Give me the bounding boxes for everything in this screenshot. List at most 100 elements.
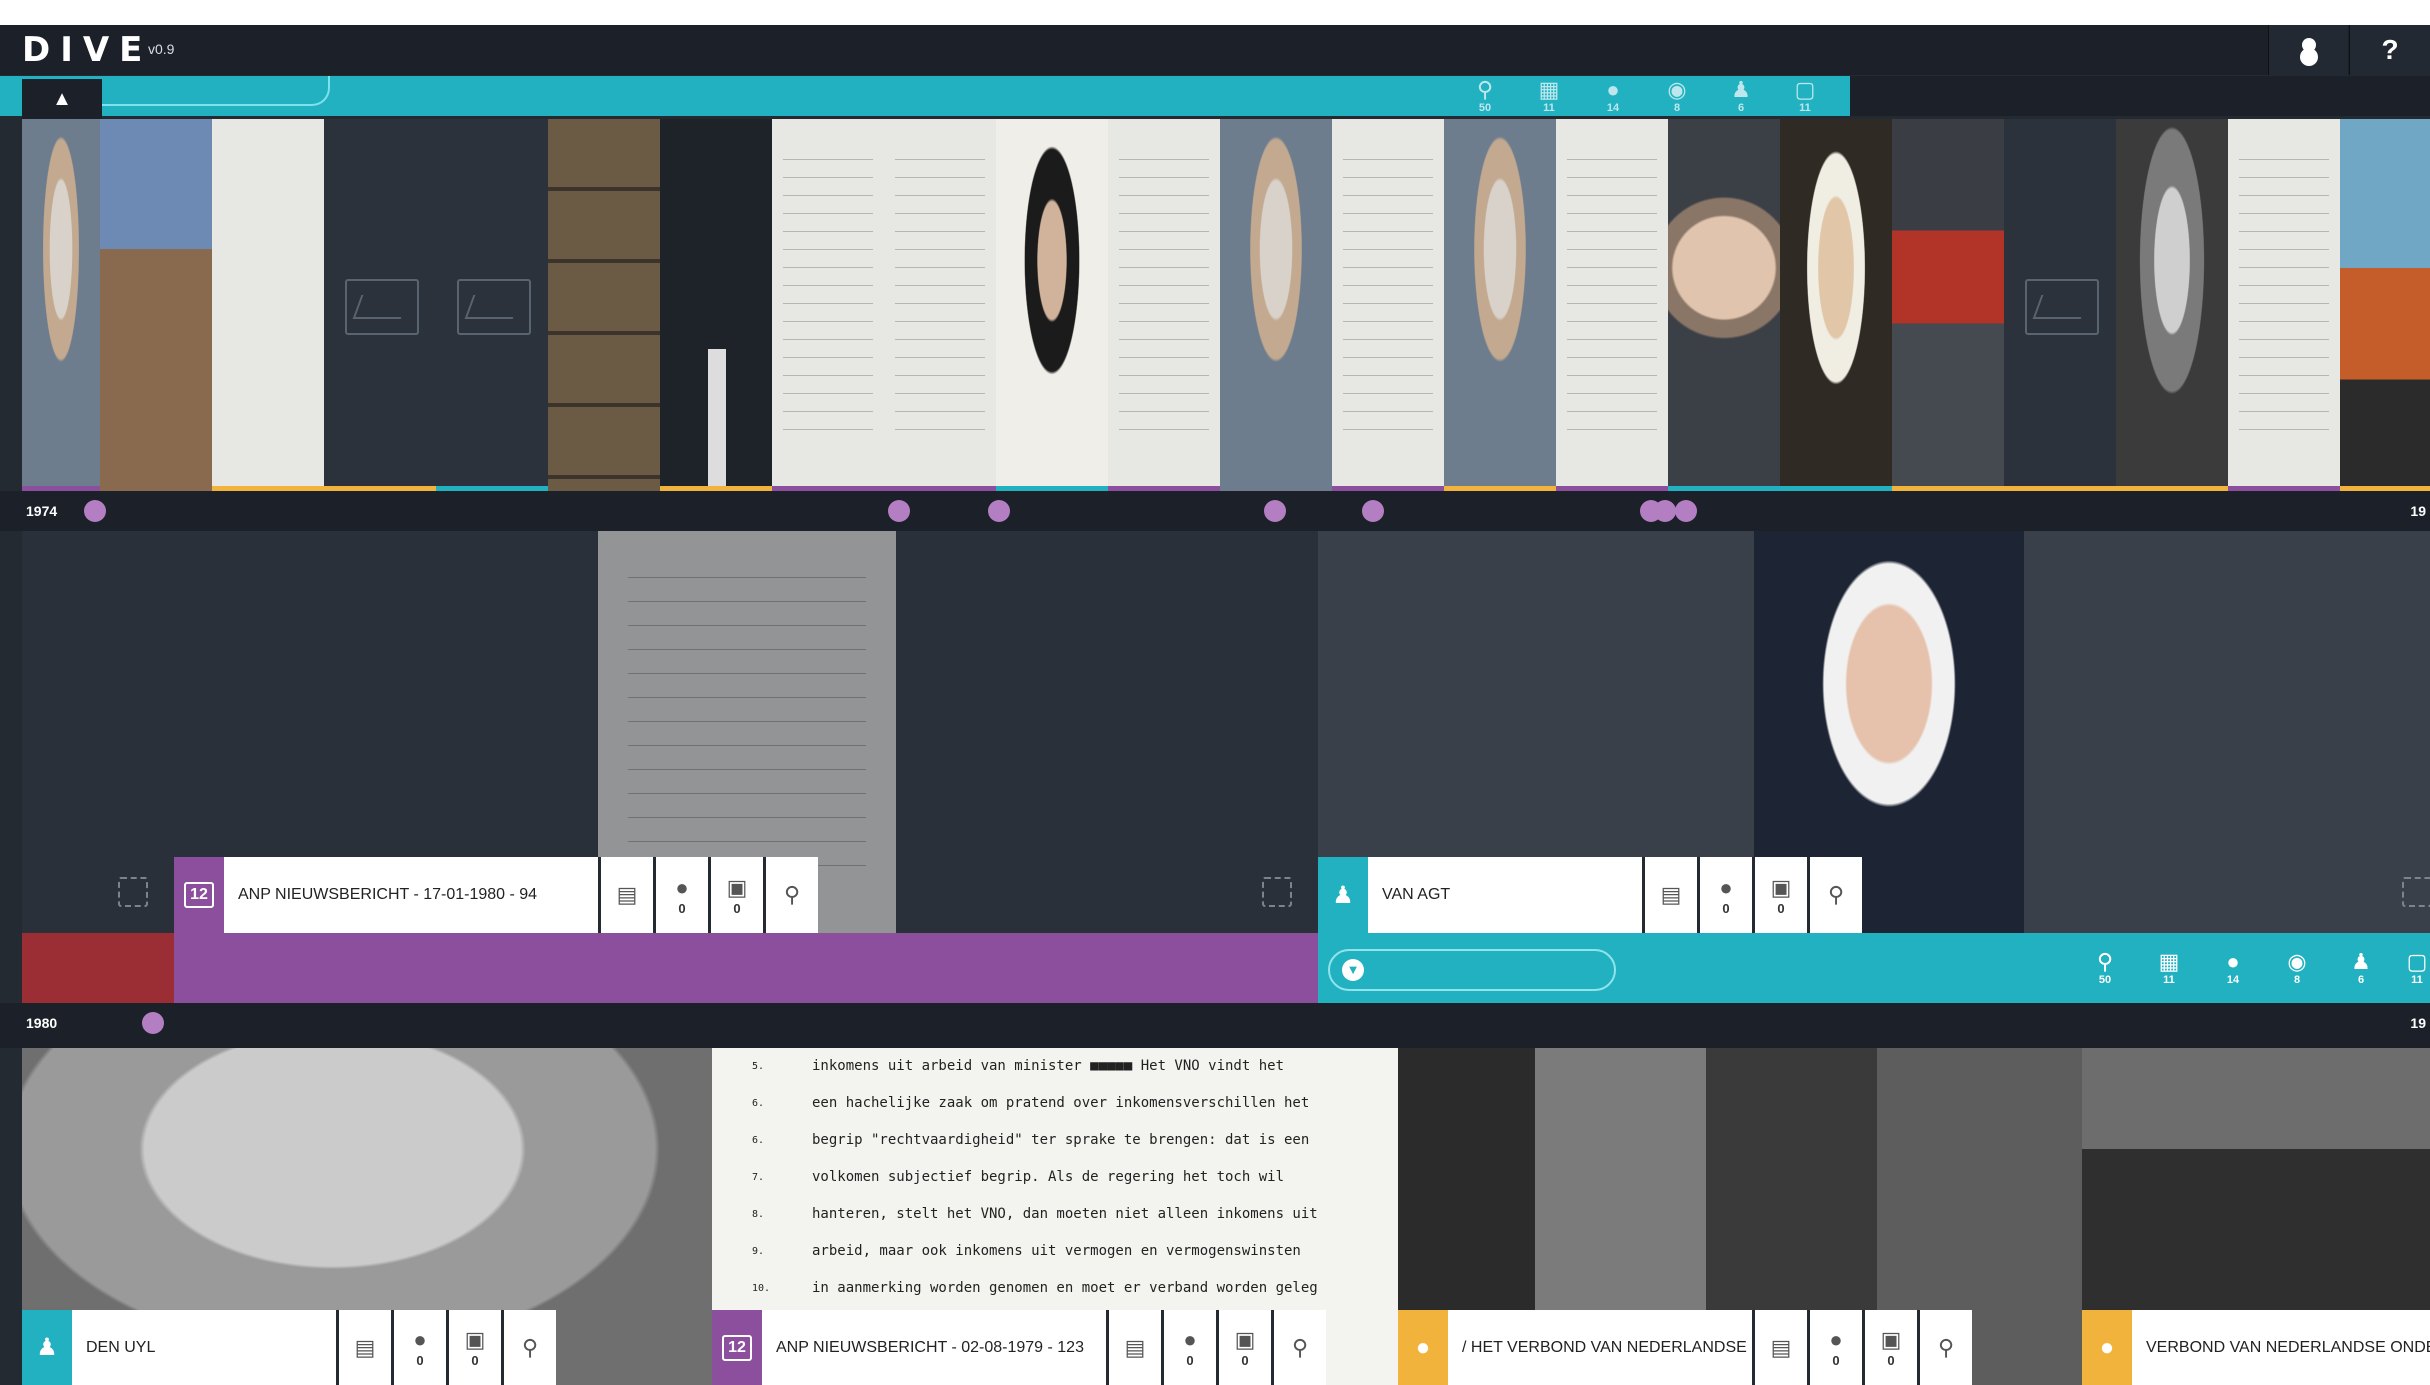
expand-icon[interactable] [118,877,148,907]
persons-stat[interactable]: ♟ 6 [1716,76,1766,116]
timeline-dot[interactable] [1675,500,1697,522]
details-button[interactable]: ▤ [1752,1310,1807,1385]
links-stat[interactable]: ⚲ 50 [1460,76,1510,116]
thumb-doc-3[interactable] [1108,119,1220,491]
thumb-sketch[interactable] [212,119,324,491]
collections-button[interactable]: ▣ 0 [708,857,763,933]
locations-count: 8 [2293,974,2301,986]
den-uyl-title[interactable]: DEN UYL [72,1310,336,1385]
thumb-coin[interactable] [22,119,100,491]
timeline-dot[interactable] [888,500,910,522]
collection-icon: ▣ [1770,874,1792,900]
verbond-ondernemingen-title[interactable]: VERBOND VAN NEDERLANDSE ONDERI [2132,1310,2430,1385]
filter-input[interactable]: ▼ [1328,949,1616,991]
van-agt-tagbar: ♟ VAN AGT ▤ ● 0 ▣ 0 ⚲ [1318,857,1862,933]
locations-stat[interactable]: ◉ 8 [1652,76,1702,116]
details-button[interactable]: ▤ [336,1310,391,1385]
collections-button[interactable]: ▣ 0 [1862,1310,1917,1385]
van-agt-title[interactable]: VAN AGT [1368,857,1642,933]
collections-button[interactable]: ▣ 0 [1216,1310,1271,1385]
media-stat[interactable]: ▢ 11 [1780,76,1830,116]
thumb-doc-6[interactable] [2228,119,2340,491]
comments-button[interactable]: ● 0 [653,857,708,933]
thumb-portrait-white-hair-2[interactable] [1444,119,1556,491]
thumb-glasses-man[interactable] [1668,119,1780,491]
person-icon: ♟ [1731,77,1751,102]
thumb-church[interactable] [100,119,212,491]
thumb-placeholder-1[interactable] [324,119,436,491]
thumb-doc-5[interactable] [1556,119,1668,491]
explore-button[interactable]: ⚲ [1271,1310,1326,1385]
timeline-dot[interactable] [1654,500,1676,522]
details-button[interactable]: ▤ [1106,1310,1161,1385]
thumb-bw-man[interactable] [2116,119,2228,491]
explore-button[interactable]: ⚲ [763,857,818,933]
image-placeholder-icon [345,279,419,335]
details-button[interactable]: ▤ [598,857,653,933]
line-number: 6. [752,1135,765,1146]
links-stat[interactable]: ⚲ 50 [2080,943,2130,993]
event-icon: ▦ [2158,949,2180,974]
explore-button[interactable]: ⚲ [1807,857,1862,933]
help-button[interactable]: ? [2349,25,2430,75]
media-icon: ▢ [2406,949,2428,974]
comments-button[interactable]: ● 0 [1161,1310,1216,1385]
timeline-dot[interactable] [988,500,1010,522]
persons-stat[interactable]: ♟ 6 [2336,943,2386,993]
collection-icon: ▣ [1880,1327,1902,1352]
user-button[interactable] [2268,25,2348,75]
explore-button[interactable]: ⚲ [1917,1310,1972,1385]
thumb-placeholder-3[interactable] [2004,119,2116,491]
expand-icon[interactable] [1262,877,1292,907]
verbond-title[interactable]: / HET VERBOND VAN NEDERLANDSE [1448,1310,1752,1385]
locations-stat[interactable]: ◉ 8 [2272,943,2322,993]
thumb-portrait-man[interactable] [996,119,1108,491]
anp-card-title[interactable]: ANP NIEUWSBERICHT - 17-01-1980 - 94 [224,857,598,933]
events-count: 11 [2163,974,2175,986]
scroll-up-button[interactable]: ▲ [22,79,102,119]
events-stat[interactable]: ▦ 11 [1524,76,1574,116]
van-agt-stats: ⚲ 50 ▦ 11 ● 14 ◉ 8 ♟ 6 ▢ 11 [2080,933,2430,1003]
timeline-dot[interactable] [1264,500,1286,522]
comments-button[interactable]: ● 0 [1807,1310,1862,1385]
event-icon: 12 [174,857,224,933]
thumb-doc-2[interactable] [884,119,996,491]
document-text: 5. inkomens uit arbeid van minister ■■■■■… [752,1048,1392,1307]
thumb-tower[interactable] [660,119,772,491]
thumb-tokyo[interactable] [1892,119,2004,491]
verbond-ondernemingen-tagbar: ● VERBOND VAN NEDERLANDSE ONDERI [2082,1310,2430,1385]
event-badge: 12 [722,1334,752,1361]
persons-count: 6 [1737,102,1745,114]
comments-button[interactable]: ● 0 [1697,857,1752,933]
timeline-dot[interactable] [1362,500,1384,522]
concepts-stat[interactable]: ● 14 [1588,76,1638,116]
thumb-doc-1[interactable] [772,119,884,491]
expand-icon[interactable] [2402,877,2430,907]
doc-line: in aanmerking worden genomen en moet er … [812,1280,1318,1296]
thumb-doc-4[interactable] [1332,119,1444,491]
comment-icon: ● [1183,1327,1197,1352]
thumb-bach[interactable] [1780,119,1892,491]
concepts-stat[interactable]: ● 14 [2208,943,2258,993]
line-number: 6. [752,1098,765,1109]
red-strip [22,933,174,1003]
timeline-dot[interactable] [84,500,106,522]
comments-count: 0 [1722,900,1730,916]
anp-bottom-tagbar: 12 ANP NIEUWSBERICHT - 02-08-1979 - 123 … [712,1310,1326,1385]
thumb-placeholder-2[interactable] [436,119,548,491]
timeline-dot[interactable] [142,1012,164,1034]
collections-button[interactable]: ▣ 0 [1752,857,1807,933]
thumb-car[interactable] [2340,119,2430,491]
collections-button[interactable]: ▣ 0 [446,1310,501,1385]
thumb-portraits[interactable] [548,119,660,491]
details-button[interactable]: ▤ [1642,857,1697,933]
media-count: 11 [2411,974,2423,986]
events-stat[interactable]: ▦ 11 [2144,943,2194,993]
thumb-portrait-white-hair[interactable] [1220,119,1332,491]
comments-button[interactable]: ● 0 [391,1310,446,1385]
explore-button[interactable]: ⚲ [501,1310,556,1385]
anp-card-tagbar: 12 ANP NIEUWSBERICHT - 17-01-1980 - 94 ▤… [174,857,818,933]
media-stat[interactable]: ▢ 11 [2392,943,2430,993]
anp-bottom-title[interactable]: ANP NIEUWSBERICHT - 02-08-1979 - 123 [762,1310,1106,1385]
strip-timeline: 1974 19 [0,491,2430,531]
